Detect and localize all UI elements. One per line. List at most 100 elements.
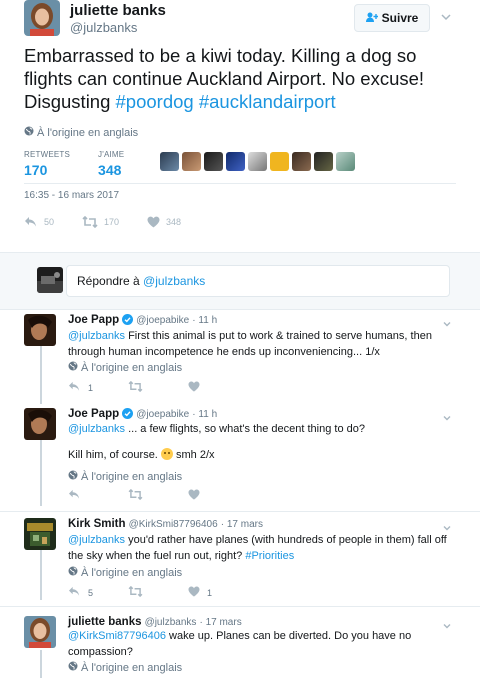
reply-author-name[interactable]: Joe Papp bbox=[68, 314, 119, 326]
reply-mention[interactable]: @KirkSmi87796406 bbox=[68, 630, 166, 642]
smirk-emoji-icon bbox=[160, 448, 173, 460]
tweet-timestamp[interactable]: 16:35 - 16 mars 2017 bbox=[24, 190, 119, 201]
reply-icon bbox=[68, 586, 81, 599]
reply-author-handle[interactable]: @julzbanks bbox=[145, 617, 197, 628]
reply-author-name[interactable]: juliette banks bbox=[68, 616, 142, 628]
reply-text: @KirkSmi87796406 wake up. Planes can be … bbox=[68, 628, 458, 660]
translate-note[interactable]: À l'origine en anglais bbox=[68, 470, 182, 483]
hashtag-priorities[interactable]: #Priorities bbox=[245, 550, 294, 562]
retweet-button[interactable] bbox=[128, 585, 188, 599]
like-button[interactable] bbox=[188, 489, 248, 502]
chevron-down-icon[interactable] bbox=[442, 316, 452, 327]
reply-text-body-b: smh 2/x bbox=[172, 449, 215, 461]
verified-icon bbox=[122, 314, 134, 328]
reply-text-body-a: Kill him, of course. bbox=[68, 449, 158, 461]
liker-avatar[interactable] bbox=[160, 152, 179, 171]
liker-avatar[interactable] bbox=[204, 152, 223, 171]
divider bbox=[0, 511, 480, 512]
retweets-value: 170 bbox=[24, 162, 48, 178]
main-author-name[interactable]: juliette banks bbox=[70, 2, 166, 19]
translate-label: À l'origine en anglais bbox=[81, 661, 183, 674]
likers-avatars bbox=[160, 152, 355, 171]
reply-header: Kirk Smith @KirkSmi87796406 · 17 mars bbox=[68, 518, 263, 530]
reply-author-handle[interactable]: @joepabike bbox=[136, 315, 189, 326]
retweet-stat[interactable]: RETWEETS 170 bbox=[24, 150, 70, 178]
retweet-icon bbox=[128, 585, 143, 599]
reply-placeholder-prefix: Répondre à bbox=[77, 274, 144, 288]
like-icon bbox=[188, 381, 200, 394]
reply-composer: Répondre à @julzbanks bbox=[0, 252, 480, 310]
reply-avatar[interactable] bbox=[24, 518, 56, 550]
translate-note[interactable]: À l'origine en anglais bbox=[68, 661, 182, 674]
reply-avatar[interactable] bbox=[24, 616, 56, 648]
liker-avatar[interactable] bbox=[292, 152, 311, 171]
reply-text: @julzbanks you'd rather have planes (wit… bbox=[68, 532, 458, 564]
reply-icon bbox=[68, 489, 81, 502]
reply-author-handle[interactable]: @joepabike bbox=[136, 409, 189, 420]
reply-button[interactable]: 5 bbox=[68, 586, 128, 599]
chevron-down-icon[interactable] bbox=[440, 10, 452, 22]
translate-note[interactable]: À l'origine en anglais bbox=[68, 566, 182, 579]
retweet-icon bbox=[128, 488, 143, 502]
chevron-down-icon[interactable] bbox=[442, 520, 452, 531]
like-count: 348 bbox=[166, 217, 182, 227]
reply-time[interactable]: · 17 mars bbox=[199, 617, 241, 628]
divider bbox=[24, 183, 456, 184]
reply-header: Joe Papp @joepabike · 11 h bbox=[68, 408, 217, 422]
reply-author-name[interactable]: Joe Papp bbox=[68, 408, 119, 420]
reply-actions: 1 bbox=[68, 380, 248, 394]
reply-time[interactable]: · 11 h bbox=[192, 315, 217, 326]
retweet-button[interactable]: 170 bbox=[82, 216, 119, 228]
reply-avatar[interactable] bbox=[24, 314, 56, 346]
main-author-handle[interactable]: @julzbanks bbox=[70, 20, 137, 35]
liker-avatar[interactable] bbox=[270, 152, 289, 171]
like-stat[interactable]: J'AIME 348 bbox=[98, 150, 124, 178]
translate-label: À l'origine en anglais bbox=[81, 361, 183, 374]
main-tweet-text: Embarrassed to be a kiwi today. Killing … bbox=[24, 44, 464, 113]
main-avatar[interactable] bbox=[24, 0, 60, 36]
follow-button[interactable]: Suivre bbox=[354, 4, 430, 32]
likes-label: J'AIME bbox=[98, 150, 125, 159]
verified-icon bbox=[122, 408, 134, 422]
reply-button[interactable]: 50 bbox=[24, 216, 54, 228]
reply-button[interactable] bbox=[68, 489, 128, 502]
chevron-down-icon[interactable] bbox=[442, 410, 452, 421]
reply-time[interactable]: · 11 h bbox=[192, 409, 217, 420]
reply-time[interactable]: · 17 mars bbox=[221, 519, 263, 530]
translate-note[interactable]: À l'origine en anglais bbox=[24, 126, 138, 139]
reply-text-second-line: Kill him, of course. smh 2/x bbox=[68, 447, 458, 463]
like-icon bbox=[188, 586, 200, 599]
liker-avatar[interactable] bbox=[336, 152, 355, 171]
reply-header: juliette banks @julzbanks · 17 mars bbox=[68, 616, 242, 628]
reply-mention[interactable]: @julzbanks bbox=[68, 423, 125, 435]
translate-label: À l'origine en anglais bbox=[37, 126, 139, 139]
reply-author-handle[interactable]: @KirkSmi87796406 bbox=[129, 519, 218, 530]
retweet-button[interactable] bbox=[128, 380, 188, 394]
current-user-avatar bbox=[37, 267, 63, 293]
reply-input[interactable]: Répondre à @julzbanks bbox=[66, 265, 450, 297]
like-button[interactable]: 348 bbox=[147, 216, 181, 228]
liker-avatar[interactable] bbox=[248, 152, 267, 171]
translate-note[interactable]: À l'origine en anglais bbox=[68, 361, 182, 374]
globe-icon bbox=[68, 661, 78, 674]
like-button[interactable] bbox=[188, 381, 248, 394]
retweet-button[interactable] bbox=[128, 488, 188, 502]
liker-avatar[interactable] bbox=[182, 152, 201, 171]
divider bbox=[0, 606, 480, 607]
reply-mention[interactable]: @julzbanks bbox=[68, 330, 125, 342]
reply-text: @julzbanks ... a few flights, so what's … bbox=[68, 421, 458, 437]
hashtag-aucklandairport[interactable]: #aucklandairport bbox=[199, 91, 336, 112]
hashtag-poordog[interactable]: #poordog bbox=[116, 91, 194, 112]
liker-avatar[interactable] bbox=[226, 152, 245, 171]
translate-label: À l'origine en anglais bbox=[81, 470, 183, 483]
reply-mention[interactable]: @julzbanks bbox=[68, 534, 125, 546]
liker-avatar[interactable] bbox=[314, 152, 333, 171]
main-tweet-actions: 50 170 348 bbox=[24, 216, 209, 228]
reply-button[interactable]: 1 bbox=[68, 381, 128, 394]
reply-icon bbox=[68, 381, 81, 394]
reply-avatar[interactable] bbox=[24, 408, 56, 440]
like-icon bbox=[147, 216, 160, 228]
like-button[interactable]: 1 bbox=[188, 586, 248, 599]
reply-author-name[interactable]: Kirk Smith bbox=[68, 518, 126, 530]
chevron-down-icon[interactable] bbox=[442, 618, 452, 629]
